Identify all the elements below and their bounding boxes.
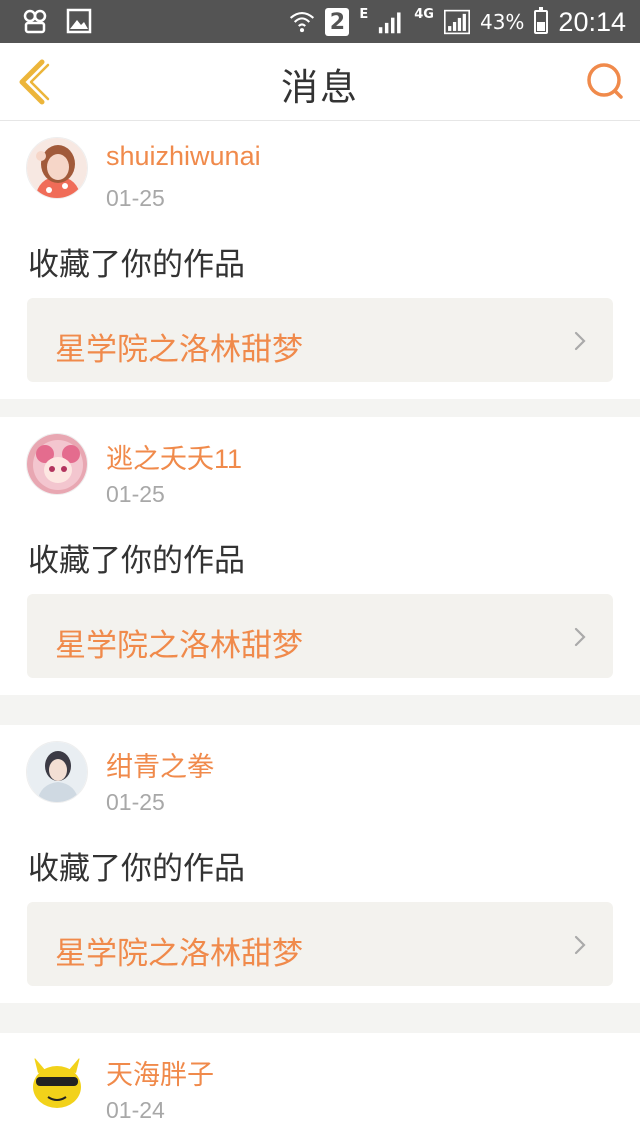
work-title: 星学院之洛林甜梦 — [55, 628, 303, 664]
search-icon — [587, 63, 623, 99]
message-card: 绀青之拳 01-25 收藏了你的作品 星学院之洛林甜梦 — [0, 725, 640, 1003]
message-action-text: 收藏了你的作品 — [28, 543, 245, 579]
message-card: 逃之夭夭11 01-25 收藏了你的作品 星学院之洛林甜梦 — [0, 417, 640, 695]
image-notification-icon — [66, 8, 92, 34]
network-type-label: E — [359, 6, 369, 22]
signal-icon — [378, 9, 404, 35]
username[interactable]: 天海胖子 — [106, 1053, 214, 1092]
username[interactable]: shuizhiwunai — [106, 141, 261, 172]
chevron-right-icon — [574, 627, 586, 647]
work-title: 星学院之洛林甜梦 — [55, 936, 303, 972]
battery-icon — [534, 7, 549, 34]
wifi-icon — [289, 9, 315, 35]
work-link[interactable]: 星学院之洛林甜梦 — [27, 594, 613, 678]
chevron-right-icon — [574, 935, 586, 955]
signal-2-icon — [443, 9, 470, 35]
network-4g-label: 4G — [414, 6, 434, 22]
username[interactable]: 逃之夭夭11 — [106, 437, 242, 476]
work-link[interactable]: 星学院之洛林甜梦 — [27, 902, 613, 986]
navigation-bar: 消息 — [0, 43, 640, 121]
message-action-text: 收藏了你的作品 — [28, 247, 245, 283]
clock: 20:14 — [558, 6, 626, 37]
search-button[interactable] — [584, 60, 626, 102]
page-title: 消息 — [281, 66, 359, 109]
work-title: 星学院之洛林甜梦 — [55, 332, 303, 368]
message-date: 01-25 — [106, 481, 165, 507]
notification-app-icon — [22, 8, 48, 34]
message-card: shuizhiwunai 01-25 收藏了你的作品 星学院之洛林甜梦 — [0, 121, 640, 399]
message-date: 01-24 — [106, 1097, 165, 1123]
message-card: 天海胖子 01-24 — [0, 1033, 640, 1138]
avatar[interactable] — [26, 1049, 88, 1111]
avatar[interactable] — [26, 433, 88, 495]
avatar[interactable] — [26, 741, 88, 803]
chevron-right-icon — [574, 331, 586, 351]
status-bar: 2 E 4G 43% 20:14 — [0, 0, 640, 43]
sim-card-icon: 2 — [325, 8, 350, 36]
avatar[interactable] — [26, 137, 88, 199]
message-date: 01-25 — [106, 185, 165, 211]
battery-percent: 43% — [479, 10, 525, 34]
username[interactable]: 绀青之拳 — [106, 745, 214, 784]
message-date: 01-25 — [106, 789, 165, 815]
work-link[interactable]: 星学院之洛林甜梦 — [27, 298, 613, 382]
message-action-text: 收藏了你的作品 — [28, 851, 245, 887]
